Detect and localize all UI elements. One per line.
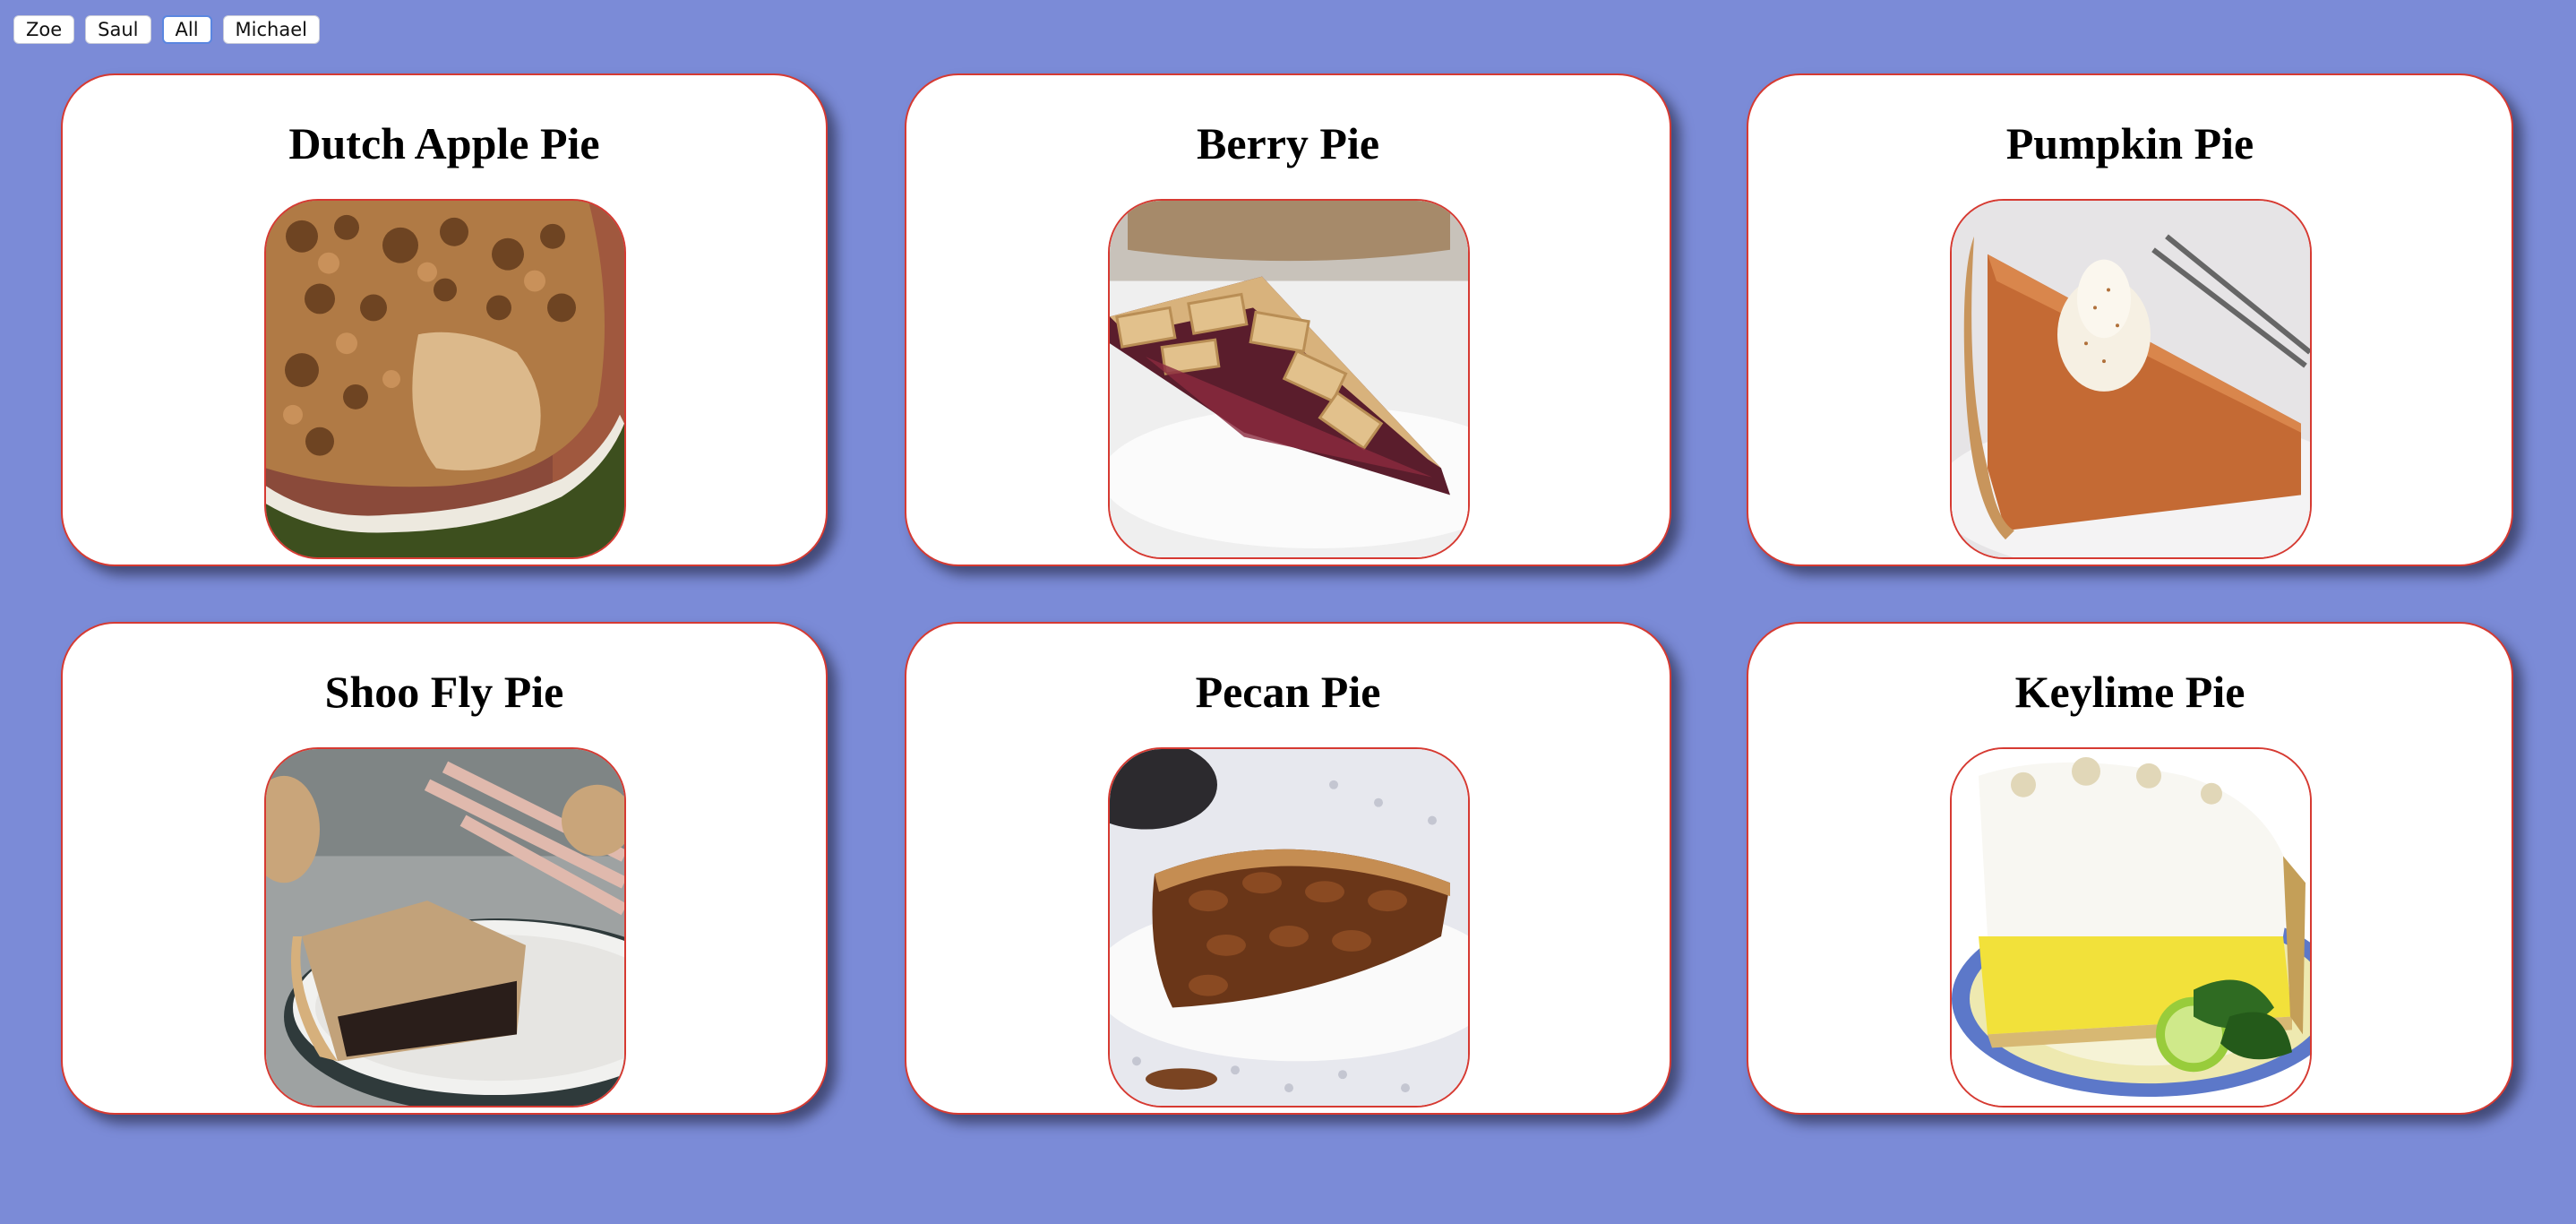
filter-all-button[interactable]: All [161,15,212,44]
pie-card-title: Dutch Apple Pie [288,118,600,168]
pumpkin-pie-photo [1950,199,2312,559]
pie-card-pecan: Pecan Pie [905,622,1671,1115]
dutch-apple-pie-photo [264,199,626,559]
pie-card-title: Keylime Pie [2014,667,2245,717]
pecan-pie-photo [1108,747,1470,1108]
owner-filter-bar: Zoe Saul All Michael [13,15,320,44]
berry-pie-photo [1108,199,1470,559]
filter-saul-button[interactable]: Saul [85,15,151,44]
filter-michael-button[interactable]: Michael [222,15,320,44]
keylime-pie-photo [1950,747,2312,1108]
pie-card-title: Shoo Fly Pie [324,667,564,717]
pie-card-title: Berry Pie [1196,118,1380,168]
pie-card-title: Pumpkin Pie [2005,118,2254,168]
pie-card-shoo-fly: Shoo Fly Pie [61,622,828,1115]
pie-card-keylime: Keylime Pie [1747,622,2513,1115]
pie-card-dutch-apple: Dutch Apple Pie [61,73,828,566]
pie-card-pumpkin: Pumpkin Pie [1747,73,2513,566]
filter-zoe-button[interactable]: Zoe [13,15,75,44]
shoo-fly-pie-photo [264,747,626,1108]
pie-card-title: Pecan Pie [1195,667,1381,717]
pie-card-berry: Berry Pie [905,73,1671,566]
